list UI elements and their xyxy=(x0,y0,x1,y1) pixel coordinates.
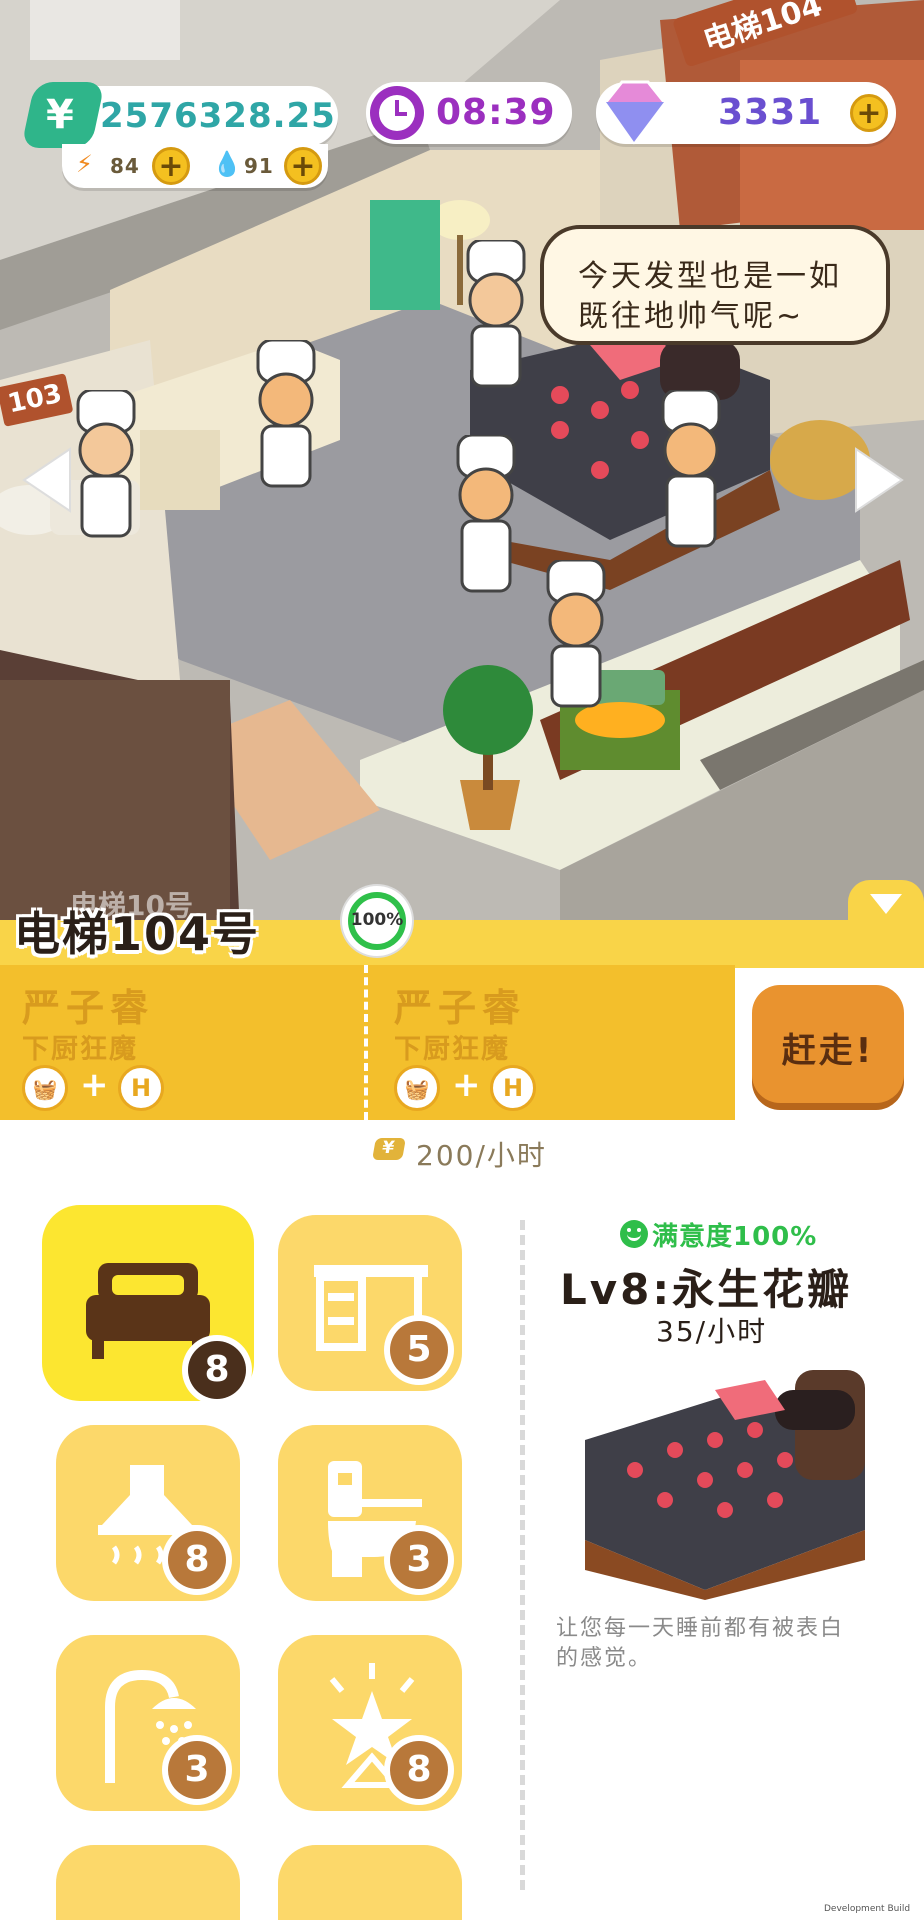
category-next-row[interactable] xyxy=(278,1845,462,1920)
item-income: 35/小时 xyxy=(656,1315,768,1348)
hotel-glyph: H xyxy=(130,1074,152,1102)
evict-button[interactable]: 赶走! xyxy=(752,985,904,1103)
hotel-icon: H xyxy=(490,1065,536,1111)
game-scene[interactable]: 电梯104 103 今天发型也是一如 既往地帅气呢~ ¥ 2576328.25 … xyxy=(0,0,924,935)
prev-room-arrow[interactable] xyxy=(18,445,74,515)
plus-icon: + xyxy=(452,1065,481,1105)
occupant-name: 严子睿 xyxy=(394,986,527,1030)
chef-character[interactable] xyxy=(440,435,530,605)
chef-character[interactable] xyxy=(530,560,620,710)
plus-icon: + xyxy=(856,96,882,131)
smile-icon xyxy=(620,1220,648,1248)
collapse-panel-button[interactable] xyxy=(848,880,924,930)
plus-icon: + xyxy=(290,149,316,184)
item-description-line-2: 的感觉。 xyxy=(556,1646,653,1671)
hotel-glyph: H xyxy=(502,1074,524,1102)
lightning-icon: ⚡ xyxy=(76,150,94,178)
add-gems-button[interactable]: + xyxy=(850,94,888,132)
energy-value: 84 xyxy=(110,154,140,178)
chef-character[interactable] xyxy=(240,340,330,510)
room-income-rate: 200/小时 xyxy=(416,1139,547,1172)
level-value: 3 xyxy=(168,1741,226,1799)
occupant-slot[interactable]: 严子睿 下厨狂魔 🧺 + H xyxy=(372,965,732,1120)
level-value: 8 xyxy=(168,1531,226,1589)
chevron-down-icon xyxy=(870,894,902,914)
occupants-card: 严子睿 下厨狂魔 🧺 + H 严子睿 下厨狂魔 🧺 + H xyxy=(0,965,735,1120)
progress-value: 100% xyxy=(350,910,404,930)
level-badge: 3 xyxy=(162,1735,232,1805)
satisfaction-label: 满意度100% xyxy=(652,1222,818,1252)
resource-bar: ⚡ 84 + 💧 91 + xyxy=(62,144,328,188)
category-desk[interactable]: 5 xyxy=(278,1215,462,1391)
occupant-name: 严子睿 xyxy=(22,986,155,1030)
level-badge: 5 xyxy=(384,1315,454,1385)
level-badge: 8 xyxy=(162,1525,232,1595)
basket-icon: 🧺 xyxy=(394,1065,440,1111)
level-value: 8 xyxy=(188,1341,246,1399)
chef-character[interactable] xyxy=(645,390,735,560)
add-water-button[interactable]: + xyxy=(284,147,322,185)
speech-bubble: 今天发型也是一如 既往地帅气呢~ xyxy=(540,225,890,345)
occupant-slot[interactable]: 严子睿 下厨狂魔 🧺 + H xyxy=(0,965,360,1120)
category-range-hood[interactable]: 8 xyxy=(56,1425,240,1601)
level-badge: 8 xyxy=(384,1735,454,1805)
chevron-left-icon xyxy=(22,447,71,513)
room-sign-label: 103 xyxy=(5,378,65,420)
gem-counter: 3331 + xyxy=(596,80,896,145)
game-clock: 08:39 xyxy=(366,82,572,144)
speech-line-2: 既往地帅气呢~ xyxy=(578,299,805,334)
evict-label: 赶走! xyxy=(781,1031,875,1071)
occupant-title: 下厨狂魔 xyxy=(394,1034,510,1065)
panel-divider xyxy=(520,1220,525,1890)
money-value: 2576328.25 xyxy=(100,96,336,136)
level-badge: 8 xyxy=(182,1335,252,1405)
category-bed[interactable]: 8 xyxy=(42,1205,254,1405)
category-shower[interactable]: 3 xyxy=(56,1635,240,1811)
currency-symbol: ¥ xyxy=(380,1138,396,1158)
plus-icon: + xyxy=(80,1065,109,1105)
speech-line-1: 今天发型也是一如 xyxy=(578,259,842,294)
category-light-decor[interactable]: 8 xyxy=(278,1635,462,1811)
occupant-title: 下厨狂魔 xyxy=(22,1034,138,1065)
development-build-watermark: Development Build xyxy=(824,1904,911,1914)
room-title: 电梯104号 xyxy=(14,907,261,961)
category-next-row[interactable] xyxy=(56,1845,240,1920)
currency-symbol: ¥ xyxy=(46,92,75,138)
progress-ring: 100% xyxy=(342,886,412,956)
add-energy-button[interactable]: + xyxy=(152,147,190,185)
clock-icon xyxy=(370,86,424,140)
chef-character[interactable] xyxy=(450,240,540,410)
basket-icon: 🧺 xyxy=(22,1065,68,1111)
level-value: 3 xyxy=(390,1531,448,1589)
chevron-right-icon xyxy=(855,447,904,513)
basket-glyph: 🧺 xyxy=(404,1077,430,1101)
level-value: 8 xyxy=(390,1741,448,1799)
water-value: 91 xyxy=(244,154,274,178)
level-badge: 3 xyxy=(384,1525,454,1595)
item-preview-bed xyxy=(585,1370,865,1600)
money-icon: ¥ xyxy=(372,1138,406,1160)
gem-value: 3331 xyxy=(718,92,823,133)
next-room-arrow[interactable] xyxy=(852,445,908,515)
level-value: 5 xyxy=(390,1321,448,1379)
item-name: Lv8:永生花瓣 xyxy=(560,1265,853,1314)
gem-icon xyxy=(604,80,666,145)
category-toilet[interactable]: 3 xyxy=(278,1425,462,1601)
item-description-line-1: 让您每一天睡前都有被表白 xyxy=(556,1616,845,1641)
plus-icon: + xyxy=(158,149,184,184)
clock-time: 08:39 xyxy=(436,92,556,133)
money-counter: ¥ 2576328.25 xyxy=(20,82,338,148)
basket-glyph: 🧺 xyxy=(32,1077,58,1101)
hotel-icon: H xyxy=(118,1065,164,1111)
water-drop-icon: 💧 xyxy=(212,150,243,178)
